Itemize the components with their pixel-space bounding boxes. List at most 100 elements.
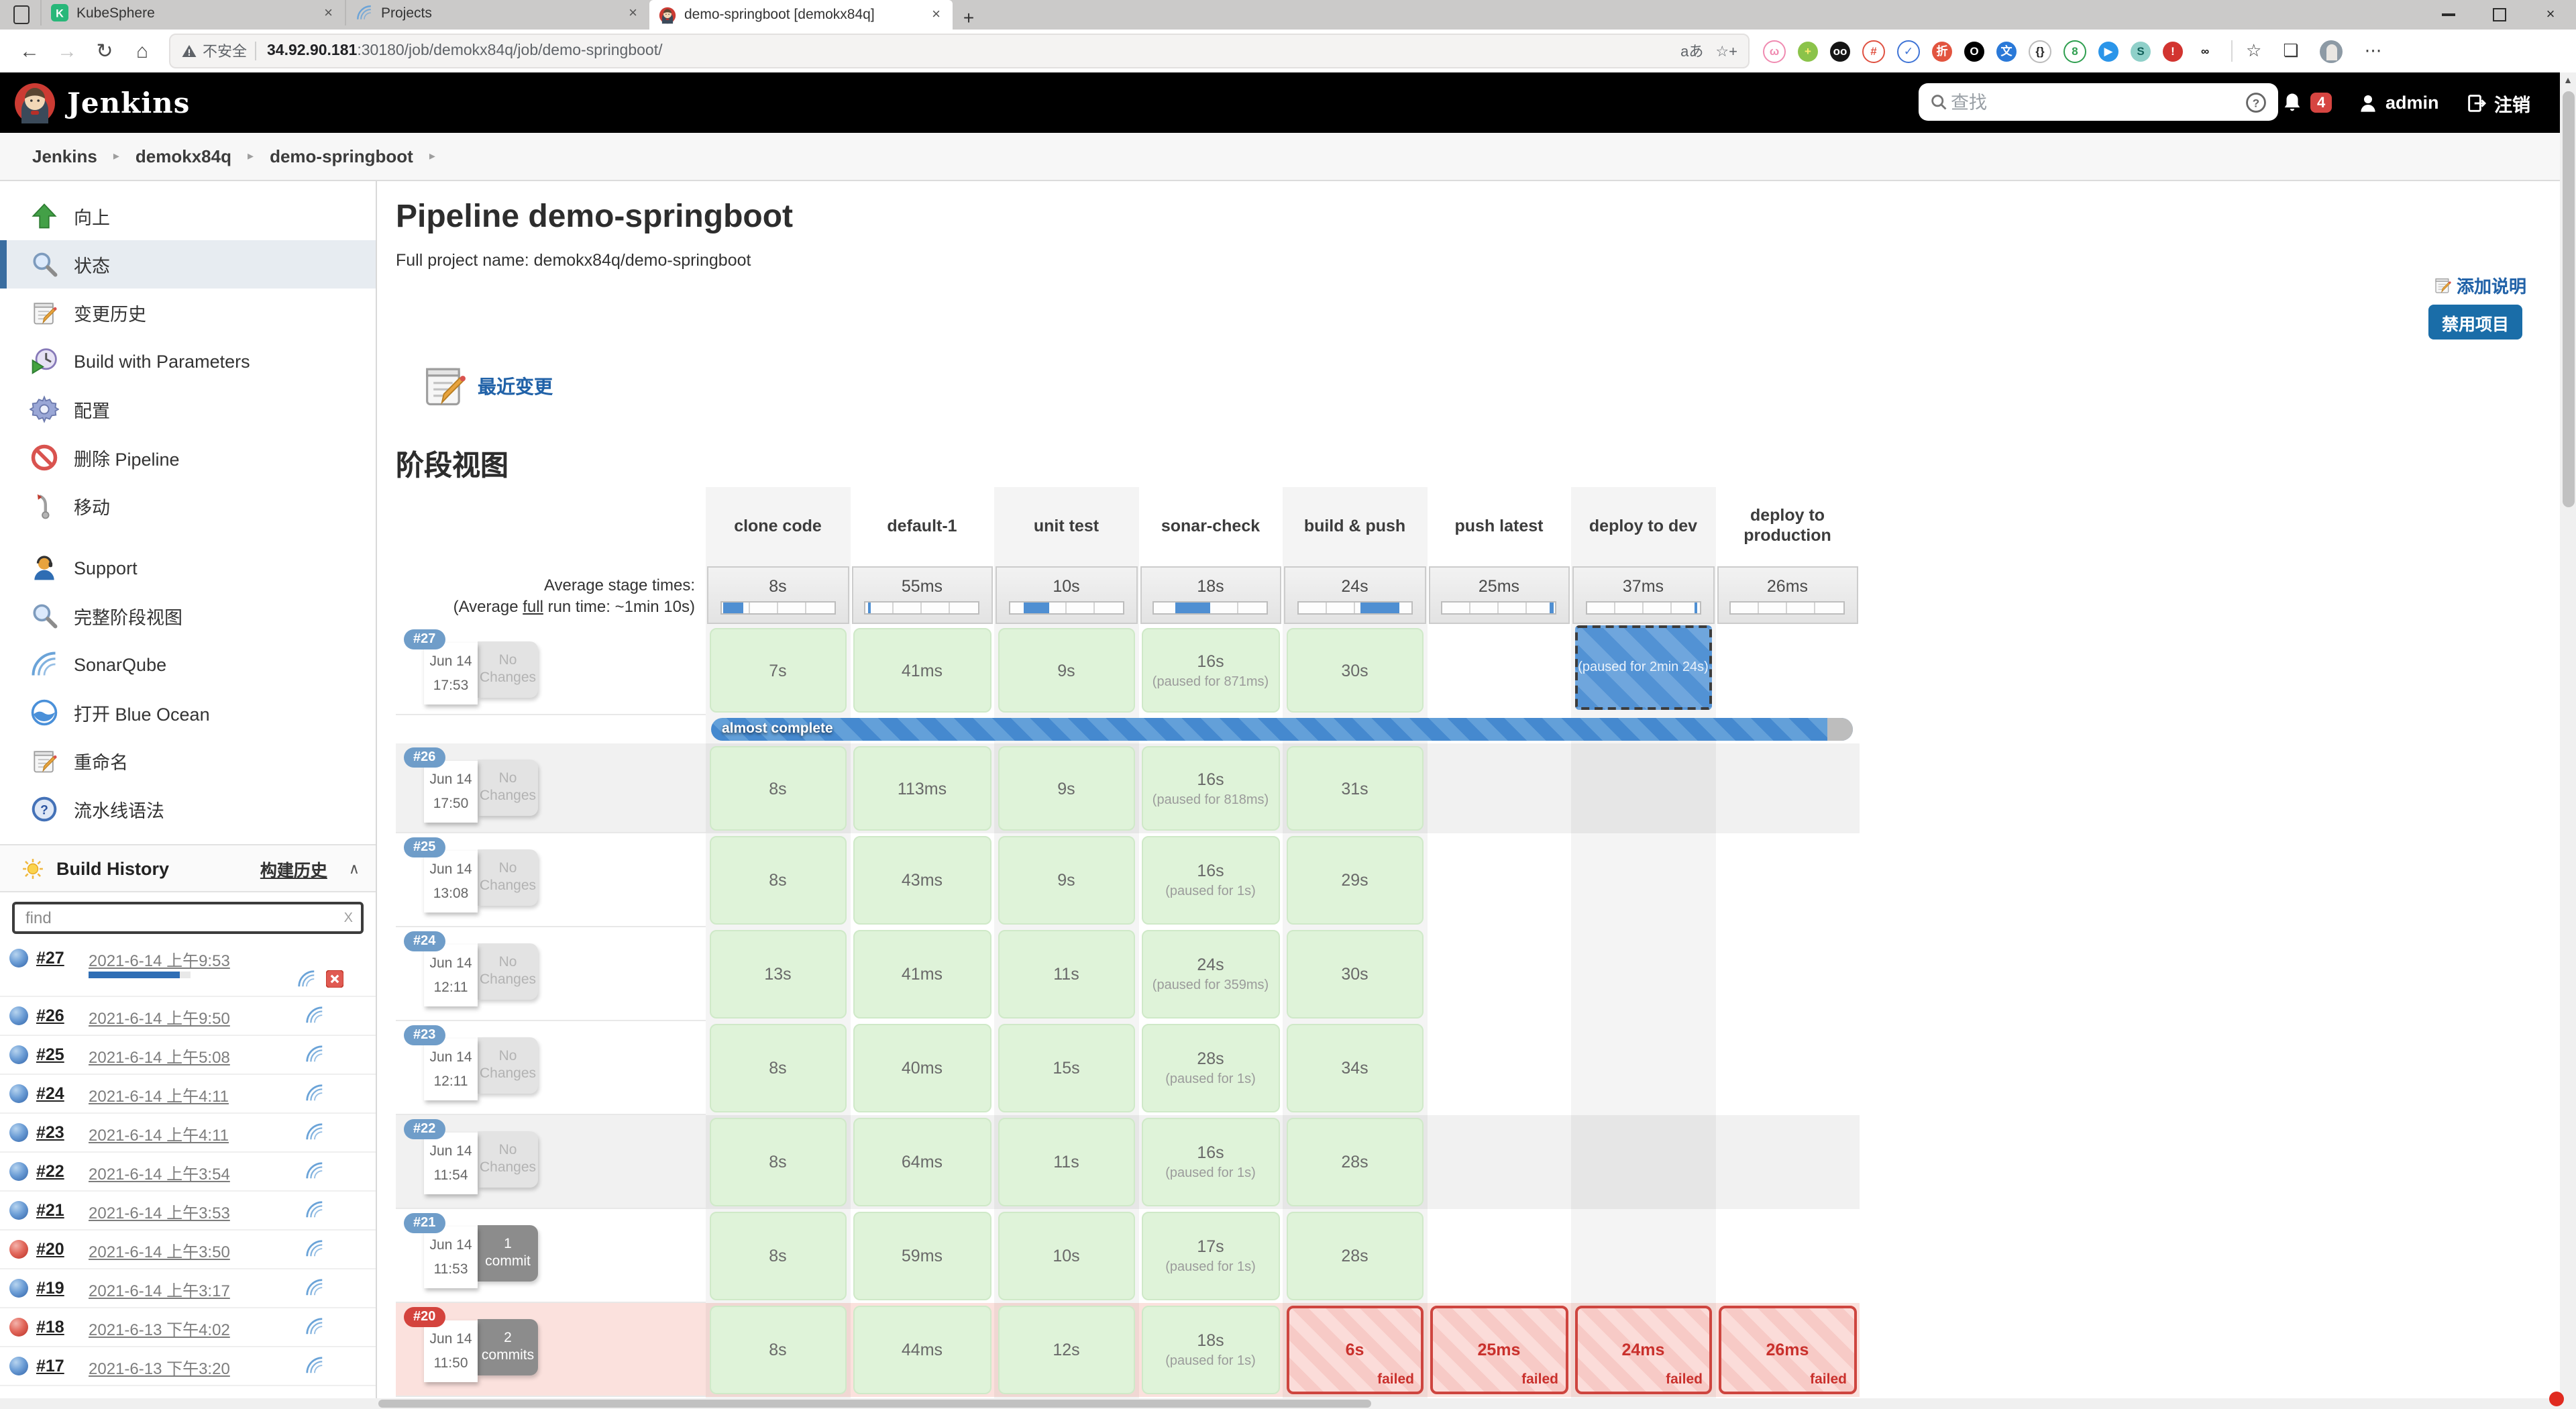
disable-project-button[interactable]: 禁用项目 [2428, 305, 2522, 340]
stage-cell-success[interactable]: 41ms [853, 628, 991, 713]
build-id-link[interactable]: #26 [36, 1006, 64, 1025]
stage-cell-running[interactable]: (paused for 2min 24s) [1574, 625, 1712, 710]
build-date-link[interactable]: 2021-6-14 上午3:17 [89, 1279, 230, 1302]
stage-cell-success[interactable]: 30s [1286, 628, 1424, 713]
sonar-icon[interactable] [305, 1083, 325, 1103]
stage-cell-success[interactable]: 11s [998, 1118, 1135, 1206]
forward-icon[interactable]: → [48, 40, 86, 62]
build-id-link[interactable]: #21 [36, 1201, 64, 1220]
infinity-extension[interactable]: ∞ [2195, 41, 2215, 61]
sonar-icon[interactable] [305, 1316, 325, 1337]
sidebar-item-10[interactable]: SonarQube [0, 640, 376, 688]
url-bar[interactable]: 不安全 34.92.90.181:30180/job/demokx84q/job… [169, 34, 1750, 68]
zhe-extension[interactable]: 折 [1932, 41, 1952, 61]
stop-extension[interactable]: ! [2163, 41, 2183, 61]
build-date-link[interactable]: 2021-6-14 上午9:50 [89, 1006, 230, 1029]
almost-complete-bar[interactable]: almost complete [711, 718, 1853, 741]
tab-close-icon[interactable]: × [321, 5, 335, 21]
vertical-tabs-icon[interactable] [8, 3, 35, 27]
minimize-button[interactable] [2423, 0, 2474, 30]
share-extension[interactable]: ▶ [2098, 41, 2118, 61]
build-date-link[interactable]: 2021-6-14 上午4:11 [89, 1084, 229, 1107]
build-number-badge[interactable]: #20 [404, 1307, 445, 1327]
sidebar-item-1[interactable]: 向上 [0, 192, 376, 240]
build-number-badge[interactable]: #24 [404, 931, 445, 951]
build-number-badge[interactable]: #21 [404, 1213, 445, 1233]
build-date-link[interactable]: 2021-6-14 上午3:53 [89, 1201, 230, 1224]
search-input[interactable] [1948, 91, 2245, 113]
stage-cell-success[interactable]: 16s(paused for 871ms) [1142, 628, 1279, 713]
stage-cell-success[interactable]: 40ms [853, 1024, 991, 1112]
build-date-link[interactable]: 2021-6-14 上午3:54 [89, 1162, 230, 1185]
braces-extension[interactable]: {} [2029, 40, 2051, 62]
stage-cell-success[interactable]: 44ms [853, 1306, 991, 1394]
build-id-link[interactable]: #22 [36, 1162, 64, 1181]
build-date-link[interactable]: 2021-6-14 上午5:08 [89, 1045, 230, 1068]
user-menu[interactable]: admin [2357, 72, 2439, 133]
sonar-icon[interactable] [305, 1122, 325, 1142]
translate-extension[interactable]: 文 [1996, 41, 2017, 61]
stage-cell-success[interactable]: 16s(paused for 1s) [1142, 836, 1279, 925]
recent-changes[interactable]: 最近变更 [419, 360, 553, 413]
stage-cell-success[interactable]: 8s [709, 746, 847, 831]
build-number-badge[interactable]: #26 [404, 747, 445, 768]
stage-cell-success[interactable]: 9s [998, 836, 1135, 925]
build-history-find[interactable]: X [12, 902, 364, 934]
sonar-icon[interactable] [305, 1005, 325, 1025]
sonar-icon[interactable] [305, 1044, 325, 1064]
sonar-icon[interactable] [305, 1355, 325, 1375]
close-button[interactable]: × [2525, 0, 2576, 30]
browser-tab-1[interactable]: KKubeSphere× [40, 0, 345, 25]
stage-cell-success[interactable]: 16s(paused for 818ms) [1142, 746, 1279, 831]
stage-cell-success[interactable]: 24s(paused for 359ms) [1142, 930, 1279, 1019]
stage-cell-success[interactable]: 8s [709, 1212, 847, 1300]
sidebar-item-12[interactable]: 重命名 [0, 737, 376, 785]
build-date-link[interactable]: 2021-6-13 下午4:02 [89, 1318, 230, 1341]
stage-cell-success[interactable]: 9s [998, 746, 1135, 831]
refresh-icon[interactable]: ↻ [86, 39, 123, 63]
browser-tab-2[interactable]: Projects× [345, 0, 649, 25]
person-extension[interactable]: 8 [2063, 40, 2086, 62]
build-number-badge[interactable]: #27 [404, 629, 445, 649]
green-plus-extension[interactable]: + [1798, 41, 1818, 61]
scroll-up-arrow[interactable]: ▲ [2560, 72, 2576, 89]
breadcrumb-item-3[interactable]: demo-springboot [270, 146, 413, 166]
add-favorite-icon[interactable]: ☆+ [1715, 42, 1737, 60]
build-history-link[interactable]: 构建历史 [260, 855, 327, 881]
collapse-caret-icon[interactable]: ∧ [349, 859, 360, 877]
stage-cell-failed[interactable]: 25msfailed [1430, 1306, 1568, 1394]
new-tab-button[interactable]: + [953, 4, 985, 30]
stage-cell-success[interactable]: 28s(paused for 1s) [1142, 1024, 1279, 1112]
ring-extension[interactable]: O [1964, 41, 1984, 61]
stage-cell-success[interactable]: 31s [1286, 746, 1424, 831]
browser-tab-3[interactable]: demo-springboot [demokx84q]× [649, 0, 953, 30]
sidebar-item-11[interactable]: 打开 Blue Ocean [0, 688, 376, 737]
build-id-link[interactable]: #17 [36, 1357, 64, 1375]
add-description-link[interactable]: 添加说明 [2432, 272, 2526, 298]
tab-close-icon[interactable]: × [929, 7, 943, 23]
build-id-link[interactable]: #19 [36, 1279, 64, 1298]
profile-avatar[interactable] [2320, 40, 2343, 62]
s-extension[interactable]: S [2131, 41, 2151, 61]
build-date-link[interactable]: 2021-6-14 上午4:11 [89, 1123, 229, 1146]
notifications-bell[interactable]: 4 [2281, 72, 2332, 133]
sitemap-extension[interactable]: # [1862, 40, 1885, 62]
sonar-icon[interactable] [305, 1277, 325, 1298]
tab-close-icon[interactable]: × [626, 5, 640, 21]
stage-cell-success[interactable]: 43ms [853, 836, 991, 925]
stage-cell-success[interactable]: 12s [998, 1306, 1135, 1394]
help-icon[interactable]: ? [2245, 91, 2267, 113]
goggles-extension[interactable]: oo [1830, 41, 1850, 61]
stage-cell-success[interactable]: 9s [998, 628, 1135, 713]
stage-cell-success[interactable]: 8s [709, 1118, 847, 1206]
sidebar-item-2[interactable]: 状态 [0, 240, 376, 289]
breadcrumb-item-2[interactable]: demokx84q [136, 146, 231, 166]
build-id-link[interactable]: #23 [36, 1123, 64, 1142]
build-date-link[interactable]: 2021-6-14 上午9:53 [89, 949, 230, 972]
favorites-star-icon[interactable]: ☆ [2246, 40, 2261, 62]
jenkins-logo[interactable] [13, 81, 56, 124]
stage-cell-success[interactable]: 30s [1286, 930, 1424, 1019]
vertical-scrollbar[interactable]: ▲ [2560, 72, 2576, 1409]
stage-cell-success[interactable]: 7s [709, 628, 847, 713]
stage-cell-success[interactable]: 16s(paused for 1s) [1142, 1118, 1279, 1206]
